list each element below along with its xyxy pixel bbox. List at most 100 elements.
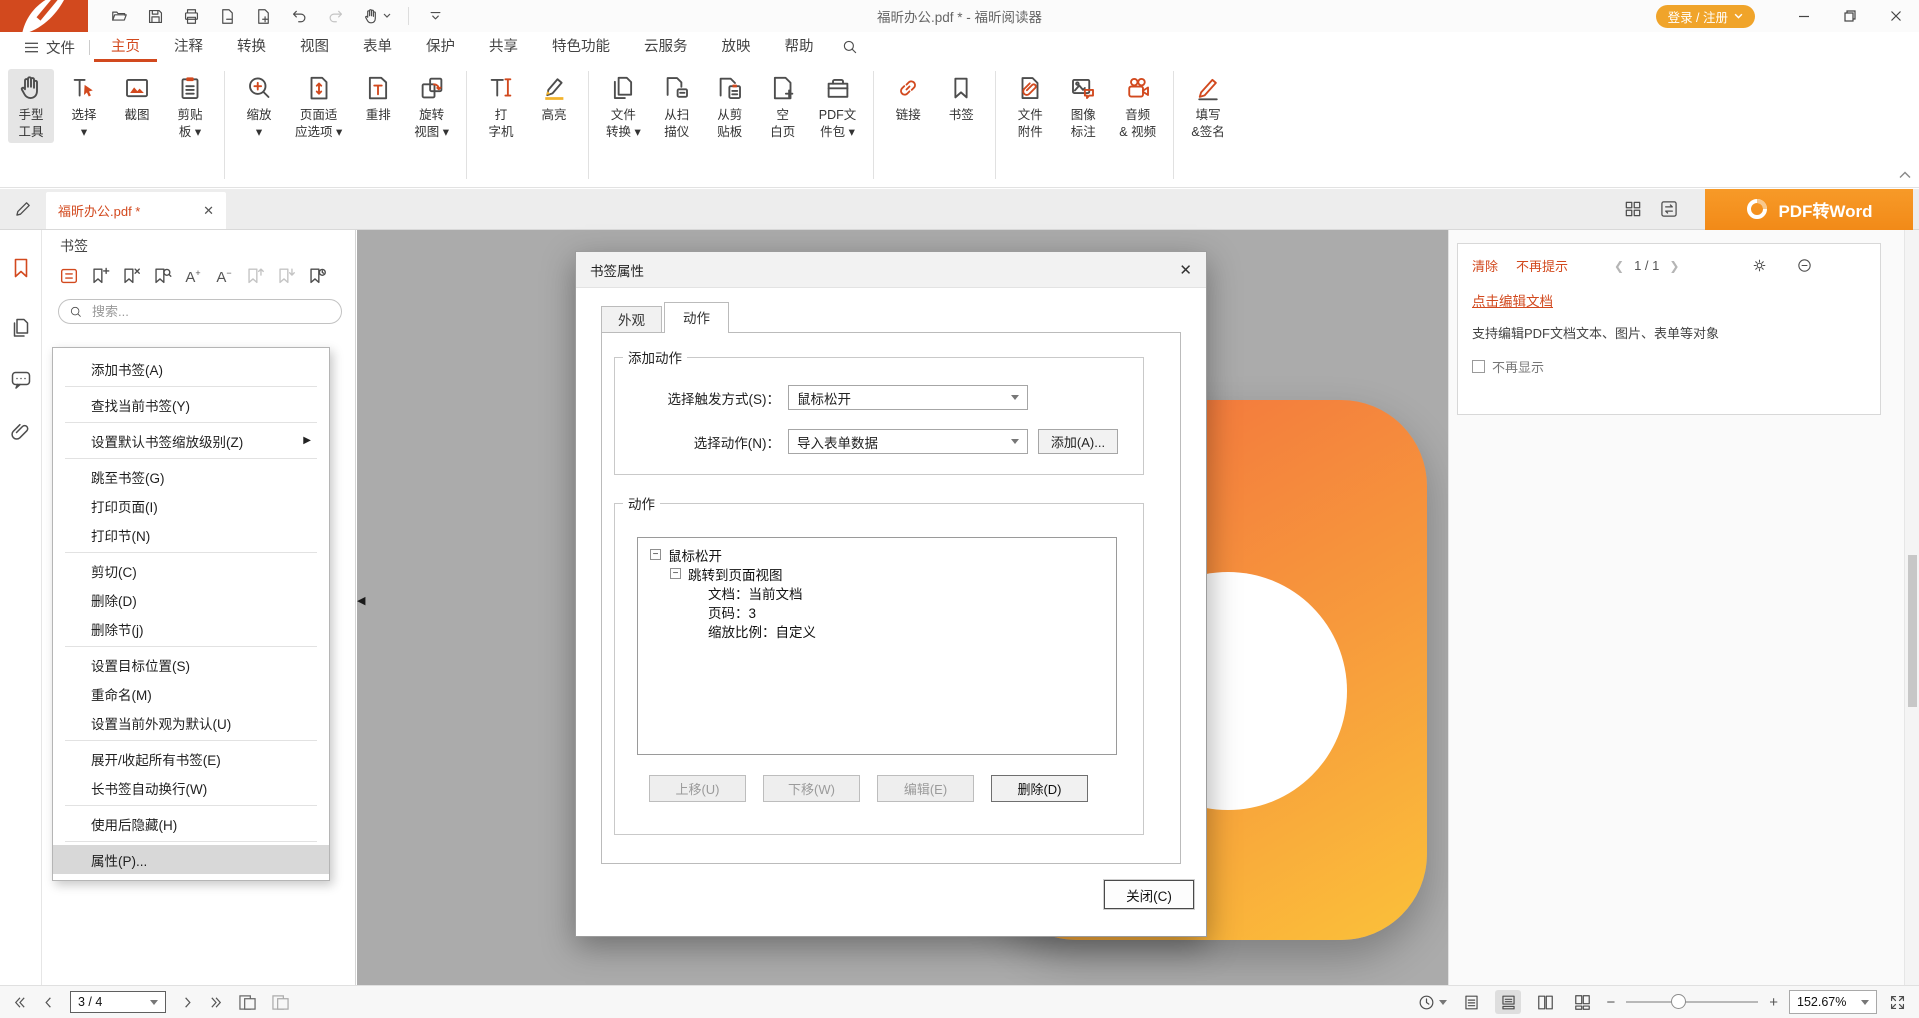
typewriter-button[interactable]: 打字机 bbox=[478, 69, 524, 143]
gear-icon[interactable] bbox=[1751, 257, 1768, 274]
previous-page-icon[interactable] bbox=[41, 995, 56, 1010]
menu-tab[interactable]: 视图 bbox=[283, 32, 346, 62]
page-number-combo[interactable]: 3 / 4 bbox=[70, 991, 166, 1013]
action-edit-button[interactable]: 上移(U) bbox=[649, 775, 746, 802]
previous-view-icon[interactable] bbox=[238, 994, 257, 1011]
from-clipboard-button[interactable]: 从剪贴板 bbox=[707, 69, 753, 143]
tab-close-icon[interactable]: ✕ bbox=[203, 203, 214, 219]
move-bookmark-up-icon[interactable] bbox=[244, 265, 266, 287]
menu-file[interactable]: 文件 bbox=[14, 32, 85, 62]
zoom-out-button[interactable]: − bbox=[1606, 995, 1615, 1010]
image-annotation-button[interactable]: 图像标注 bbox=[1060, 69, 1106, 143]
document-tab[interactable]: 福昕办公.pdf * ✕ bbox=[46, 192, 226, 229]
menu-tab[interactable]: 注释 bbox=[157, 32, 220, 62]
context-menu-item[interactable]: 展开/收起所有书签(E) bbox=[53, 744, 329, 773]
fill-sign-button[interactable]: 填写&签名 bbox=[1185, 69, 1231, 143]
context-menu-item[interactable]: 删除节(j) bbox=[53, 614, 329, 643]
snapshot-button[interactable]: 截图 bbox=[114, 69, 160, 126]
tree-row[interactable]: 文档：当前文档 bbox=[642, 583, 1112, 602]
reflow-button[interactable]: 重排 bbox=[355, 69, 401, 126]
file-attachment-button[interactable]: 文件附件 bbox=[1007, 69, 1053, 143]
comments-panel-icon[interactable] bbox=[9, 368, 33, 392]
switch-tabs-icon[interactable] bbox=[1659, 199, 1679, 219]
add-action-button[interactable]: 添加(A)... bbox=[1038, 429, 1118, 454]
tree-row[interactable]: 页码：3 bbox=[642, 602, 1112, 621]
file-convert-button[interactable]: 文件转换 ▾ bbox=[600, 69, 647, 143]
menu-tab[interactable]: 主页 bbox=[94, 32, 157, 62]
fit-page-button[interactable]: 页面适应选项 ▾ bbox=[289, 69, 348, 143]
open-file-icon[interactable] bbox=[110, 7, 129, 26]
hand-tool-button[interactable]: 手型工具 bbox=[8, 69, 54, 143]
bookmark-settings-icon[interactable] bbox=[306, 265, 328, 287]
pager-prev-icon[interactable]: ❮ bbox=[1614, 259, 1624, 273]
grid-view-icon[interactable] bbox=[1623, 199, 1643, 219]
delete-page-icon[interactable] bbox=[218, 7, 237, 26]
read-mode-control[interactable] bbox=[1417, 993, 1447, 1012]
context-menu-item[interactable]: 查找当前书签(Y) bbox=[53, 390, 329, 419]
context-menu-item[interactable]: 长书签自动换行(W) bbox=[53, 773, 329, 802]
tree-expander-icon[interactable]: − bbox=[650, 549, 661, 560]
highlight-button[interactable]: 高亮 bbox=[531, 69, 577, 126]
panel-list-icon[interactable] bbox=[58, 265, 80, 287]
restore-button[interactable] bbox=[1827, 0, 1873, 32]
customize-toolbar-icon[interactable] bbox=[426, 7, 445, 26]
minimize-button[interactable] bbox=[1781, 0, 1827, 32]
context-menu-item[interactable]: 打印页面(I) bbox=[53, 491, 329, 520]
login-button[interactable]: 登录 / 注册 bbox=[1656, 5, 1755, 28]
action-edit-button[interactable]: 下移(W) bbox=[763, 775, 860, 802]
print-icon[interactable] bbox=[182, 7, 201, 26]
bookmark-search-input[interactable] bbox=[90, 303, 331, 320]
zoom-slider[interactable] bbox=[1626, 990, 1758, 1014]
action-edit-button[interactable]: 删除(D) bbox=[991, 775, 1088, 802]
foxit-logo[interactable] bbox=[0, 0, 88, 32]
annotate-quick-button[interactable] bbox=[0, 188, 46, 229]
delete-bookmark-icon[interactable] bbox=[120, 265, 142, 287]
zoom-slider-thumb[interactable] bbox=[1671, 994, 1686, 1009]
menu-tab[interactable]: 云服务 bbox=[627, 32, 705, 62]
menu-tab[interactable]: 转换 bbox=[220, 32, 283, 62]
pdf-to-word-banner[interactable]: PDF转Word bbox=[1705, 189, 1913, 230]
context-menu-item[interactable]: 设置默认书签缩放级别(Z) ▶ bbox=[53, 426, 329, 455]
facing-continuous-view-button[interactable] bbox=[1569, 990, 1595, 1014]
actions-tree[interactable]: − 鼠标松开 − 跳转到页面视图 文档：当前文档 bbox=[637, 537, 1117, 755]
undo-icon[interactable] bbox=[290, 7, 309, 26]
expand-bookmarks-icon[interactable]: A+ bbox=[182, 262, 204, 289]
pdf-portfolio-button[interactable]: PDF文件包 ▾ bbox=[813, 69, 863, 143]
dialog-tab[interactable]: 外观 bbox=[601, 306, 662, 333]
single-page-view-button[interactable] bbox=[1458, 990, 1484, 1014]
collapse-bookmarks-icon[interactable]: A− bbox=[213, 262, 235, 289]
search-icon[interactable] bbox=[841, 38, 859, 56]
next-view-icon[interactable] bbox=[271, 994, 290, 1011]
context-menu-item[interactable]: 删除(D) bbox=[53, 585, 329, 614]
dont-show-checkbox[interactable] bbox=[1472, 360, 1485, 373]
context-menu-item[interactable]: 跳至书签(G) bbox=[53, 462, 329, 491]
edit-document-link[interactable]: 点击编辑文档 bbox=[1472, 294, 1553, 309]
bookmarks-panel-icon[interactable] bbox=[9, 256, 33, 280]
blank-page-button[interactable]: 空白页 bbox=[760, 69, 806, 143]
insert-page-icon[interactable] bbox=[254, 7, 273, 26]
menu-tab[interactable]: 保护 bbox=[409, 32, 472, 62]
tree-row[interactable]: − 鼠标松开 bbox=[642, 545, 1112, 564]
next-page-icon[interactable] bbox=[180, 995, 195, 1010]
panel-collapse-handle[interactable]: ◀ bbox=[357, 585, 369, 615]
action-select[interactable]: 导入表单数据 bbox=[788, 429, 1028, 454]
select-tool-button[interactable]: 选择▾ bbox=[61, 69, 107, 143]
trigger-select[interactable]: 鼠标松开 bbox=[788, 385, 1028, 410]
link-button[interactable]: 链接 bbox=[885, 69, 931, 126]
menu-tab[interactable]: 表单 bbox=[346, 32, 409, 62]
clear-link[interactable]: 清除 bbox=[1472, 256, 1498, 275]
audio-video-button[interactable]: 音频& 视频 bbox=[1113, 69, 1162, 143]
context-menu-item[interactable]: 设置目标位置(S) bbox=[53, 650, 329, 679]
bookmark-button[interactable]: 书签 bbox=[938, 69, 984, 126]
context-menu-item[interactable]: 重命名(M) bbox=[53, 679, 329, 708]
menu-tab[interactable]: 共享 bbox=[472, 32, 535, 62]
zoom-level-combo[interactable]: 152.67% bbox=[1789, 990, 1877, 1014]
dialog-close-button[interactable]: 关闭(C) bbox=[1104, 880, 1194, 909]
bookmark-search-box[interactable] bbox=[58, 299, 342, 324]
last-page-icon[interactable] bbox=[209, 995, 224, 1010]
find-bookmark-icon[interactable] bbox=[151, 265, 173, 287]
vertical-scrollbar[interactable] bbox=[1904, 230, 1919, 985]
rotate-view-button[interactable]: 旋转视图 ▾ bbox=[408, 69, 455, 143]
first-page-icon[interactable] bbox=[12, 995, 27, 1010]
move-bookmark-down-icon[interactable] bbox=[275, 265, 297, 287]
